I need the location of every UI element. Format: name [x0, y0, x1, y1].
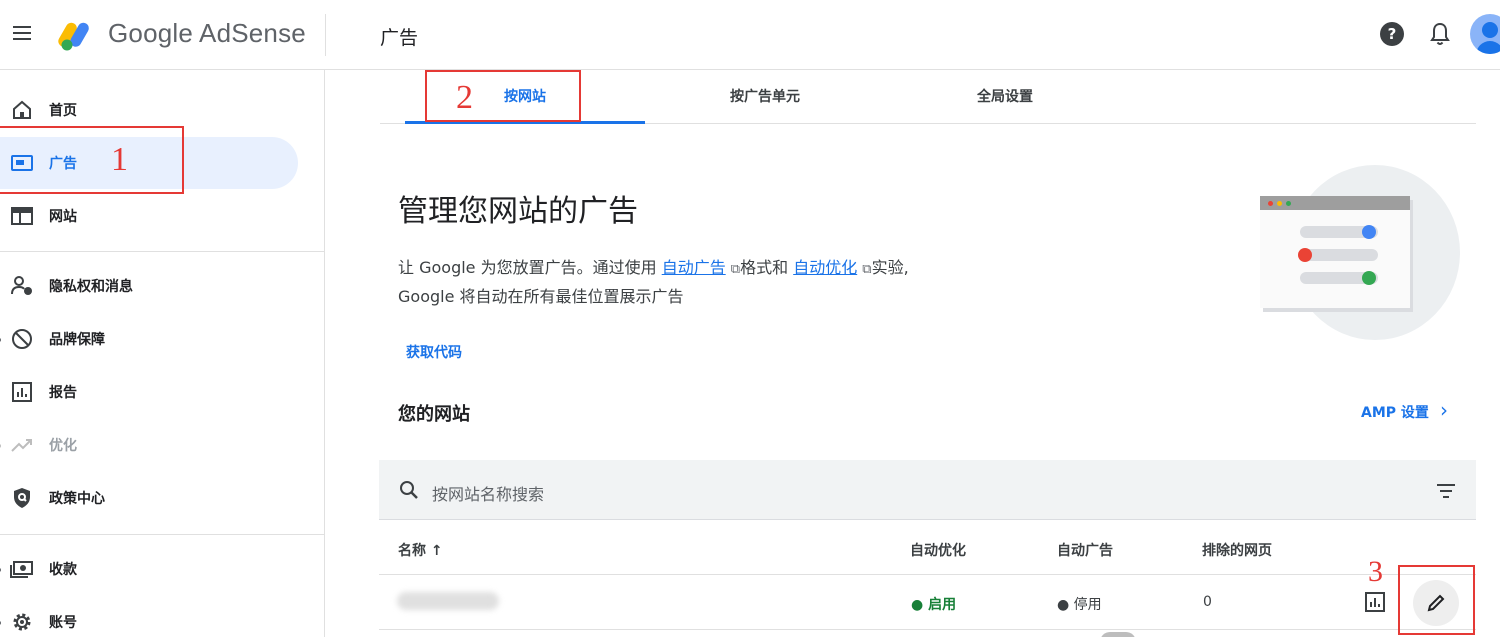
sidebar-item-label: 优化 [49, 438, 77, 454]
auto-ads-status: ● 停用 [1057, 597, 1102, 613]
annotation-box-3 [1398, 565, 1475, 635]
policy-shield-icon [14, 488, 30, 508]
sidebar-item-label: 首页 [49, 103, 77, 119]
external-link-icon: ⧉ [862, 262, 872, 277]
help-icon[interactable]: ? [1380, 22, 1404, 46]
annotation-number-2: 2 [456, 79, 473, 116]
partial-element [1100, 632, 1136, 637]
site-search-bar[interactable]: 按网站名称搜索 [379, 460, 1476, 520]
trending-up-icon [11, 439, 32, 452]
sidebar-item-optimize[interactable]: 优化 [0, 419, 298, 471]
block-icon [12, 329, 32, 349]
divider [0, 251, 325, 252]
payments-icon [10, 561, 33, 578]
sidebar-item-payments[interactable]: 收款 [0, 543, 298, 595]
get-code-button[interactable]: 获取代码 [406, 342, 462, 362]
report-icon[interactable] [1365, 592, 1385, 612]
sidebar-item-sites[interactable]: 网站 [0, 190, 298, 242]
tab-by-ad-unit[interactable]: 按广告单元 [645, 70, 885, 124]
column-header-excluded-pages: 排除的网页 [1202, 543, 1272, 559]
sidebar-item-label: 账号 [49, 615, 77, 631]
sidebar-item-label: 收款 [49, 562, 77, 578]
annotation-number-3: 3 [1368, 555, 1383, 588]
site-name-redacted [397, 592, 499, 610]
section-description: 让 Google 为您放置广告。通过使用 自动广告 ⧉格式和 自动优化 ⧉实验,… [398, 254, 1018, 310]
privacy-icon [11, 276, 32, 295]
brand-name: Google AdSense [108, 18, 306, 48]
menu-icon[interactable] [10, 22, 34, 46]
search-input[interactable]: 按网站名称搜索 [432, 481, 544, 505]
filter-icon[interactable] [1434, 482, 1458, 500]
sidebar-item-label: 隐私权和消息 [49, 279, 133, 295]
top-app-bar: Google AdSense 广告 ? [0, 0, 1500, 70]
auto-optimize-status: ● 启用 [911, 597, 957, 613]
external-link-icon: ⧉ [730, 262, 741, 277]
desc-text: Google 将自动在所有最佳位置展示广告 [398, 287, 684, 306]
ads-illustration [1260, 196, 1410, 308]
column-header-name[interactable]: 名称 ↑ [398, 540, 443, 560]
gear-icon [13, 613, 31, 631]
tab-label: 按广告单元 [730, 89, 800, 105]
annotation-box-1 [0, 126, 184, 194]
sidebar-item-privacy[interactable]: 隐私权和消息 [0, 260, 298, 312]
your-sites-heading: 您的网站 [398, 404, 470, 425]
annotation-number-1: 1 [111, 141, 128, 178]
page-title: 广告 [380, 27, 419, 49]
desc-text: 让 Google 为您放置广告。通过使用 [398, 258, 662, 277]
sidebar-item-label: 品牌保障 [49, 332, 105, 348]
desc-text: 实验, [871, 258, 909, 277]
sidebar-item-reports[interactable]: 报告 [0, 366, 298, 418]
divider [325, 14, 326, 56]
search-icon [400, 481, 418, 499]
sidebar-item-label: 政策中心 [49, 491, 105, 507]
annotation-box-2 [425, 70, 581, 122]
home-icon [13, 100, 31, 119]
amp-settings-link[interactable]: AMP 设置 [1361, 402, 1429, 422]
column-header-auto-ads: 自动广告 [1057, 543, 1113, 559]
table-row[interactable]: ● 启用 ● 停用 0 [379, 575, 1476, 630]
adsense-logo-icon [58, 22, 89, 51]
desc-text: 格式和 [740, 258, 794, 277]
auto-ads-link[interactable]: 自动广告 [662, 258, 726, 277]
sidebar-item-policy-center[interactable]: 政策中心 [0, 472, 298, 524]
notifications-bell-icon[interactable] [1428, 21, 1452, 47]
excluded-pages-count: 0 [1203, 594, 1212, 610]
table-header: 名称 ↑ 自动优化 自动广告 排除的网页 [379, 521, 1476, 575]
divider [0, 534, 325, 535]
tab-global-settings[interactable]: 全局设置 [885, 70, 1125, 124]
column-header-auto-optimize: 自动优化 [910, 543, 966, 559]
sidebar-item-label: 报告 [49, 385, 77, 401]
auto-optimize-link[interactable]: 自动优化 [793, 258, 857, 277]
sidebar-item-account[interactable]: 账号 [0, 596, 298, 637]
reports-icon [12, 382, 32, 402]
sidebar-item-label: 网站 [49, 209, 77, 225]
sidebar-item-brand-safety[interactable]: 品牌保障 [0, 313, 298, 365]
section-heading: 管理您网站的广告 [398, 194, 638, 229]
account-avatar[interactable] [1470, 14, 1500, 54]
tab-label: 全局设置 [977, 89, 1033, 105]
sites-icon [11, 207, 33, 225]
chevron-right-icon[interactable]: › [1440, 398, 1448, 422]
